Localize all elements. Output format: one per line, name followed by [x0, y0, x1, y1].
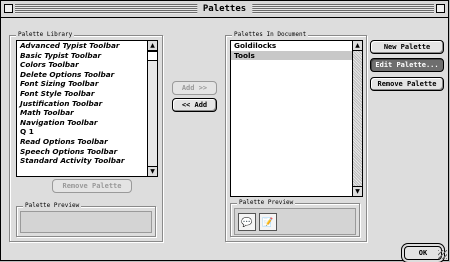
library-list-item[interactable]: Font Sizing Toolbar	[17, 79, 147, 89]
library-list-item[interactable]: Standard Activity Toolbar	[17, 156, 147, 166]
library-list-item[interactable]: Math Toolbar	[17, 108, 147, 118]
scroll-thumb[interactable]	[148, 51, 157, 61]
document-preview-group: Palette Preview 💬 📝	[230, 198, 360, 237]
library-list-item[interactable]: Delete Options Toolbar	[17, 70, 147, 80]
scroll-up-arrow-icon[interactable]: ▲	[353, 41, 362, 51]
library-list-item[interactable]: Basic Typist Toolbar	[17, 51, 147, 61]
library-remove-palette-button[interactable]: Remove Palette	[52, 179, 132, 193]
document-list-item[interactable]: Tools	[231, 50, 352, 61]
title-bar[interactable]: Palettes	[1, 1, 448, 18]
zoom-box-icon[interactable]	[436, 4, 445, 13]
document-palettes-items: Goldilocks Tools	[231, 41, 352, 61]
library-list-item[interactable]: Justification Toolbar	[17, 99, 147, 109]
close-box-icon[interactable]	[4, 4, 13, 13]
add-back-button[interactable]: << Add	[172, 98, 217, 112]
palettes-window: Palettes Palette Library Advanced Typist…	[0, 0, 449, 261]
resize-grip-icon[interactable]	[438, 250, 447, 259]
library-list-item[interactable]: Read Options Toolbar	[17, 137, 147, 147]
library-list-item[interactable]: Q 1	[17, 127, 147, 137]
document-palettes-group: Palettes In Document Goldilocks Tools ▲ ▼…	[225, 30, 367, 242]
library-preview-area	[20, 211, 152, 233]
library-list-item[interactable]: Navigation Toolbar	[17, 118, 147, 128]
ok-button[interactable]: OK	[404, 246, 442, 260]
document-preview-area: 💬 📝	[234, 208, 356, 235]
document-pen-icon[interactable]: 📝	[259, 213, 277, 231]
document-palettes-scrollbar[interactable]: ▲ ▼	[352, 41, 362, 196]
palette-library-group: Palette Library Advanced Typist Toolbar B…	[9, 30, 163, 242]
window-title: Palettes	[196, 2, 253, 16]
speech-bubble-icon[interactable]: 💬	[238, 213, 256, 231]
library-preview-label: Palette Preview	[23, 201, 82, 210]
library-list-item[interactable]: Advanced Typist Toolbar	[17, 41, 147, 51]
library-list-item[interactable]: Colors Toolbar	[17, 60, 147, 70]
scroll-down-arrow-icon[interactable]: ▼	[148, 166, 157, 176]
add-palette-button[interactable]: Add >>	[172, 81, 217, 95]
new-palette-button[interactable]: New Palette	[370, 40, 444, 54]
document-palettes-label: Palettes In Document	[232, 30, 309, 39]
palette-library-label: Palette Library	[16, 30, 75, 39]
document-preview-label: Palette Preview	[237, 198, 296, 207]
scroll-up-arrow-icon[interactable]: ▲	[148, 41, 157, 51]
edit-palette-button[interactable]: Edit Palette...	[370, 58, 444, 72]
scroll-down-arrow-icon[interactable]: ▼	[353, 186, 362, 196]
palette-library-items: Advanced Typist Toolbar Basic Typist Tool…	[17, 41, 147, 166]
remove-palette-button[interactable]: Remove Palette	[370, 77, 444, 91]
palette-library-list[interactable]: Advanced Typist Toolbar Basic Typist Tool…	[16, 40, 158, 177]
document-palettes-list[interactable]: Goldilocks Tools ▲ ▼	[230, 40, 363, 197]
document-list-item[interactable]: Goldilocks	[231, 41, 352, 51]
library-preview-group: Palette Preview	[16, 201, 156, 237]
library-list-item[interactable]: Speech Options Toolbar	[17, 147, 147, 157]
library-list-item[interactable]: Font Style Toolbar	[17, 89, 147, 99]
palette-library-scrollbar[interactable]: ▲ ▼	[147, 41, 157, 176]
